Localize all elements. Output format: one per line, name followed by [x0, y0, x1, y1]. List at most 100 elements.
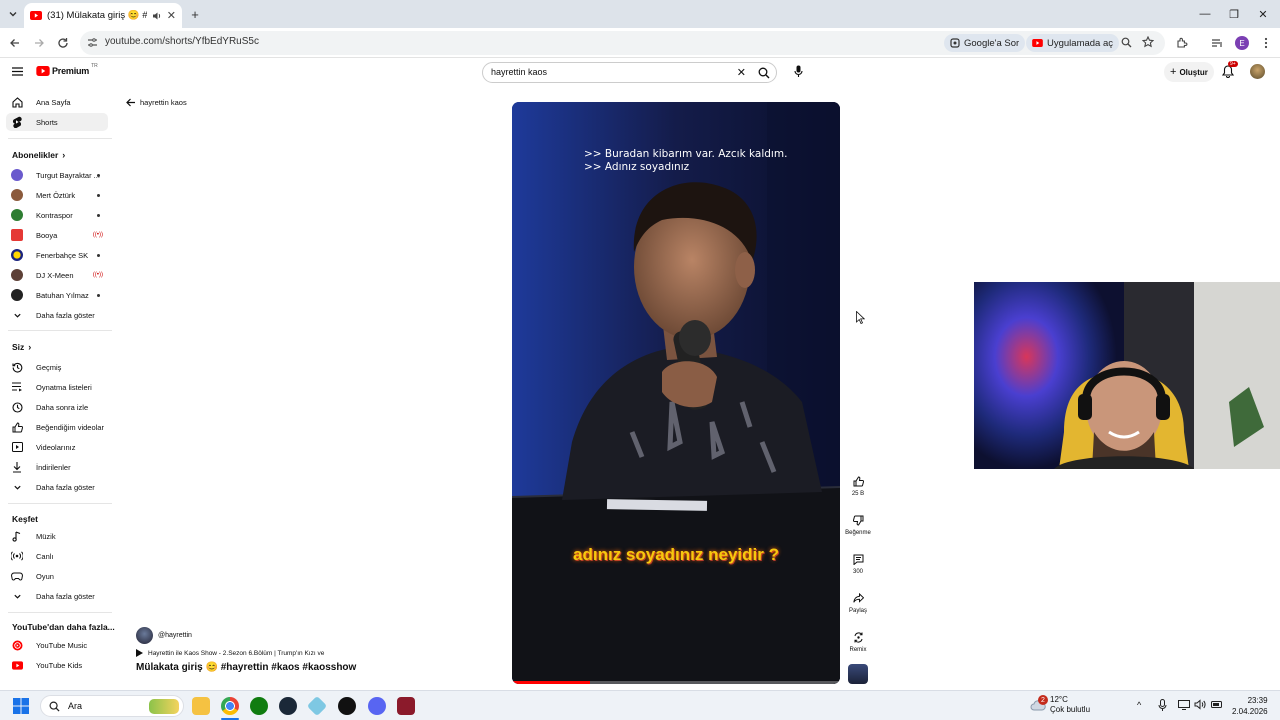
bookmark-star-icon[interactable]	[1142, 36, 1154, 48]
tab-active[interactable]: (31) Mülakata giriş 😊 #ha ✕	[24, 3, 182, 28]
like-button[interactable]: 25 B	[844, 471, 872, 497]
tab-close-icon[interactable]: ✕	[167, 9, 176, 22]
back-icon[interactable]	[7, 35, 23, 51]
video-overlay-text: adınız soyadınız neyidir ?	[573, 545, 779, 564]
taskbar-search-input[interactable]: Ara	[40, 695, 184, 717]
tab-title: (31) Mülakata giriş 😊 #ha	[47, 10, 147, 21]
site-info-icon[interactable]	[87, 37, 98, 48]
kebab-menu-icon[interactable]	[1258, 35, 1274, 51]
sidebar-item-your-videos[interactable]: Videolarınız	[6, 438, 108, 456]
battery-icon[interactable]	[1211, 699, 1223, 710]
discord-icon[interactable]	[368, 697, 386, 715]
microphone-icon[interactable]	[1158, 699, 1167, 712]
sidebar-item-playlists[interactable]: Oynatma listeleri	[6, 378, 108, 396]
sidebar-item-youtube-kids[interactable]: YouTube Kids	[6, 656, 108, 674]
sidebar-item-gaming[interactable]: Oyun	[6, 567, 108, 585]
create-button[interactable]: + Oluştur	[1164, 62, 1214, 82]
remix-button[interactable]: Remix	[844, 627, 872, 653]
channel-avatar	[11, 289, 23, 301]
profile-avatar[interactable]: E	[1234, 35, 1250, 51]
channel-avatar	[11, 209, 23, 221]
account-avatar[interactable]	[1250, 64, 1265, 79]
progress-bar[interactable]	[512, 681, 840, 684]
sidebar-item-youtube-music[interactable]: YouTube Music	[6, 636, 108, 654]
search-input[interactable]: hayrettin kaos ✕	[482, 62, 777, 83]
channel-name: Mert Öztürk	[36, 190, 76, 200]
subscription-kontraspor[interactable]: Kontraspor	[6, 206, 108, 224]
share-button[interactable]: Paylaş	[844, 588, 872, 614]
subscription-batuhan[interactable]: Batuhan Yılmaz	[6, 286, 108, 304]
address-bar[interactable]: youtube.com/shorts/YfbEdYRuS5c Google'a …	[80, 31, 1165, 55]
you-show-more[interactable]: Daha fazla göster	[6, 478, 108, 496]
app-icon-3[interactable]	[397, 697, 415, 715]
download-icon	[11, 461, 23, 473]
file-explorer-icon[interactable]	[192, 697, 210, 715]
sidebar-item-music[interactable]: Müzik	[6, 527, 108, 545]
notifications-icon[interactable]: 9+	[1222, 61, 1238, 78]
restore-button[interactable]: ❐	[1223, 4, 1245, 24]
windows-start-icon[interactable]	[13, 698, 29, 714]
media-control-icon[interactable]	[1209, 35, 1225, 51]
sidebar-item-liked[interactable]: Beğendiğim videolar	[6, 418, 108, 436]
tray-expand-icon[interactable]: ^	[1137, 700, 1141, 710]
notification-badge: 9+	[1228, 61, 1238, 67]
app-icon-2[interactable]	[338, 697, 356, 715]
back-to-search-link[interactable]: hayrettin kaos	[126, 98, 187, 107]
network-icon[interactable]	[1178, 700, 1190, 710]
subscriptions-header[interactable]: Abonelikler ›	[12, 150, 65, 160]
weather-widget[interactable]: 2 12°C Çok bulutlu	[1030, 695, 1090, 715]
sidebar-item-shorts[interactable]: Shorts	[6, 113, 108, 131]
hamburger-menu-icon[interactable]	[12, 67, 23, 76]
close-window-button[interactable]: ✕	[1252, 4, 1274, 24]
chrome-icon[interactable]	[221, 697, 239, 715]
youtube-premium-logo[interactable]: Premium TR	[36, 63, 98, 76]
more-from-youtube-header: YouTube'dan daha fazla...	[12, 622, 115, 632]
comments-button[interactable]: 300	[844, 549, 872, 575]
shorts-video-player[interactable]: >> Buradan kibarım var. Azcık kaldım. >>…	[512, 102, 840, 684]
subscription-turgut[interactable]: Turgut Bayraktar ...	[6, 166, 108, 184]
speaker-icon[interactable]	[152, 11, 162, 21]
subscription-fenerbahce[interactable]: Fenerbahçe SK	[6, 246, 108, 264]
remix-icon	[848, 627, 868, 647]
subscription-booya[interactable]: Booya ((•))	[6, 226, 108, 244]
reload-icon[interactable]	[55, 35, 71, 51]
sidebar-item-label: İndirilenler	[36, 462, 71, 472]
sound-thumbnail[interactable]	[848, 664, 868, 684]
sidebar-item-downloads[interactable]: İndirilenler	[6, 458, 108, 476]
xbox-icon[interactable]	[250, 697, 268, 715]
sidebar-item-home[interactable]: Ana Sayfa	[6, 93, 108, 111]
subscription-mert[interactable]: Mert Öztürk	[6, 186, 108, 204]
arrow-left-icon	[126, 98, 136, 107]
youtube-app-icon	[1032, 39, 1043, 47]
closed-captions: >> Buradan kibarım var. Azcık kaldım. >>…	[584, 148, 787, 174]
subscriptions-show-more[interactable]: Daha fazla göster	[6, 306, 108, 324]
volume-icon[interactable]	[1194, 699, 1206, 710]
app-icon[interactable]	[306, 695, 328, 717]
minimize-button[interactable]: —	[1194, 4, 1216, 24]
thumbs-up-icon	[11, 421, 23, 433]
subscription-djxmeen[interactable]: DJ X-Meen ((•))	[6, 266, 108, 284]
clear-search-icon[interactable]: ✕	[737, 66, 746, 79]
zoom-icon[interactable]	[1121, 37, 1132, 48]
dislike-button[interactable]: Beğenme	[844, 510, 872, 536]
clock[interactable]: 23:39 2.04.2026	[1232, 695, 1268, 717]
google-ask-chip[interactable]: Google'a Sor	[944, 34, 1026, 52]
forward-icon[interactable]	[31, 35, 47, 51]
microphone-icon[interactable]	[794, 65, 803, 78]
explore-show-more[interactable]: Daha fazla göster	[6, 587, 108, 605]
chevron-down-icon	[11, 481, 23, 493]
sidebar-item-live[interactable]: Canlı	[6, 547, 108, 565]
extensions-icon[interactable]	[1174, 35, 1190, 51]
open-in-app-chip[interactable]: Uygulamada aç	[1026, 34, 1120, 52]
search-icon[interactable]	[758, 67, 770, 79]
divider	[8, 138, 112, 139]
channel-link[interactable]: @hayrettin	[136, 627, 192, 644]
gamepad-icon	[11, 570, 23, 582]
new-tab-button[interactable]: +	[187, 6, 203, 22]
tab-search-button[interactable]	[5, 6, 21, 22]
sidebar-item-history[interactable]: Geçmiş	[6, 358, 108, 376]
related-video-link[interactable]: Hayrettin ile Kaos Show - 2.Sezon 6.Bölü…	[136, 649, 324, 657]
sidebar-item-watch-later[interactable]: Daha sonra izle	[6, 398, 108, 416]
you-header[interactable]: Siz ›	[12, 342, 31, 352]
steam-icon[interactable]	[279, 697, 297, 715]
